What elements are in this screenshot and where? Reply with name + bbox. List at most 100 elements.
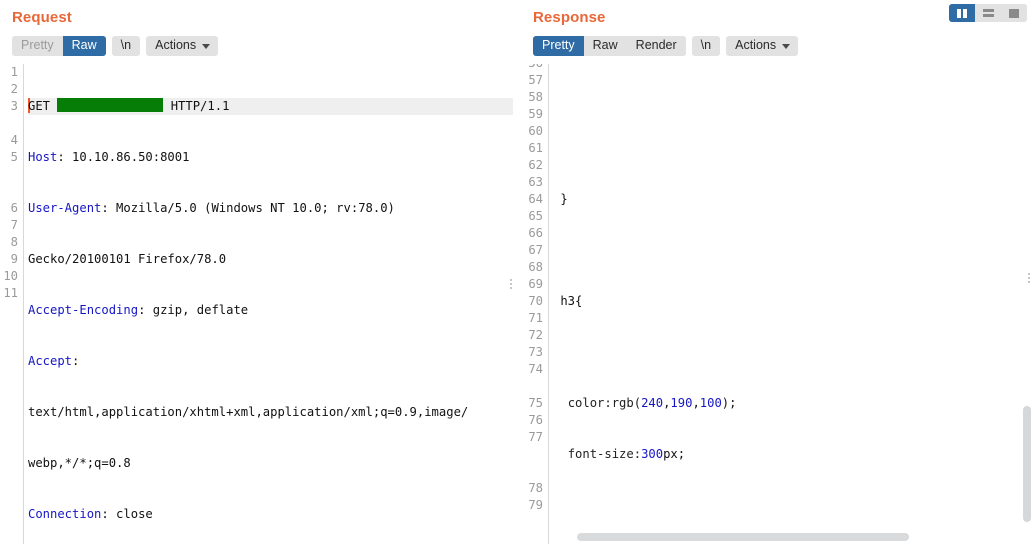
request-panel-header: Request Pretty Raw \n Actions <box>0 0 513 64</box>
header-name: Accept <box>28 353 73 368</box>
line-number: 64 <box>528 191 543 206</box>
response-vertical-scrollbar[interactable] <box>1023 64 1031 544</box>
split-horizontal-icon <box>982 9 994 17</box>
response-tab-render[interactable]: Render <box>626 35 686 56</box>
response-line-59 <box>553 242 1033 259</box>
line-number: 9 <box>10 251 18 266</box>
response-tab-raw[interactable]: Raw <box>583 35 627 56</box>
header-value: gzip, deflate <box>145 302 249 317</box>
line-number: 74 <box>528 361 543 376</box>
line-number: 56 <box>521 64 543 72</box>
burp-repeater-window: Request Pretty Raw \n Actions 1 2 3 4 5 … <box>0 0 1033 544</box>
css-fontsize-unit: px; <box>663 446 686 461</box>
response-newline-button[interactable]: \n <box>691 35 721 56</box>
request-newline-button[interactable]: \n <box>111 35 141 56</box>
line-number <box>0 166 18 183</box>
center-splitter-handle[interactable] <box>510 279 512 289</box>
line-number: 68 <box>528 259 543 274</box>
line-number: 75 <box>528 395 543 410</box>
line-number: 11 <box>3 285 18 300</box>
response-line-62: color:rgb(240,190,100); <box>567 395 737 410</box>
response-editor[interactable]: 56 57 58 59 60 61 62 63 64 65 66 67 68 6… <box>521 63 1033 544</box>
request-line-5-wrap-a: text/html,application/xhtml+xml,applicat… <box>28 404 469 419</box>
layout-switcher[interactable] <box>949 4 1027 22</box>
response-line-60: h3{ <box>553 293 583 308</box>
request-line-4: Accept-Encoding: gzip, deflate <box>28 302 249 317</box>
response-horizontal-scrollbar[interactable] <box>557 533 1019 541</box>
response-title: Response <box>533 9 606 26</box>
request-panel: Request Pretty Raw \n Actions 1 2 3 4 5 … <box>0 0 513 544</box>
single-pane-icon <box>1009 8 1019 18</box>
line-number: 66 <box>528 225 543 240</box>
response-line-64 <box>553 497 1033 514</box>
line-number: 62 <box>528 157 543 172</box>
line-number <box>0 183 18 200</box>
redacted-url-block <box>57 97 164 112</box>
line-number: 76 <box>528 412 543 427</box>
request-view-tabs[interactable]: Pretty Raw <box>12 35 106 56</box>
response-code-lines[interactable]: } h3{ color:rgb(240,190,100); font-size:… <box>549 64 1033 544</box>
line-number: 59 <box>528 106 543 121</box>
request-editor[interactable]: 1 2 3 4 5 6 7 8 9 10 11 GET HTTP/1.1 Hos… <box>0 63 513 544</box>
request-tab-pretty[interactable]: Pretty <box>12 35 63 56</box>
request-code-lines[interactable]: GET HTTP/1.1 Host: 10.10.86.50:8001 User… <box>24 64 513 544</box>
request-actions-label: Actions <box>155 37 197 52</box>
response-view-tabs[interactable]: Pretty Raw Render <box>533 35 686 56</box>
line-number: 79 <box>528 497 543 512</box>
layout-split-vertical-button[interactable] <box>949 4 975 22</box>
response-tab-pretty[interactable]: Pretty <box>533 35 584 56</box>
css-color-b: 100 <box>699 395 722 410</box>
response-code-scroll[interactable]: 56 57 58 59 60 61 62 63 64 65 66 67 68 6… <box>521 63 1033 544</box>
line-number: 5 <box>10 149 18 164</box>
line-number: 67 <box>528 242 543 257</box>
line-number: 58 <box>528 89 543 104</box>
line-number: 72 <box>528 327 543 342</box>
line-number: 57 <box>528 72 543 87</box>
line-number <box>521 446 543 463</box>
header-name: Host <box>28 149 58 164</box>
css-color-g: 190 <box>670 395 693 410</box>
layout-split-horizontal-button[interactable] <box>975 4 1001 22</box>
line-number: 61 <box>528 140 543 155</box>
request-line-2: Host: 10.10.86.50:8001 <box>28 149 190 164</box>
layout-single-pane-button[interactable] <box>1001 4 1027 22</box>
line-number: 70 <box>528 293 543 308</box>
line-number: 6 <box>10 200 18 215</box>
response-actions-label: Actions <box>735 37 777 52</box>
response-horizontal-scroll-thumb[interactable] <box>577 533 909 541</box>
line-number <box>521 463 543 480</box>
css-color-property: color:rgb( <box>567 395 642 410</box>
line-number: 8 <box>10 234 18 249</box>
request-line-numbers: 1 2 3 4 5 6 7 8 9 10 11 <box>0 63 24 544</box>
request-tab-raw[interactable]: Raw <box>62 35 106 56</box>
line-number: 65 <box>528 208 543 223</box>
chevron-down-icon <box>202 43 211 49</box>
css-color-close: ); <box>721 395 737 410</box>
header-name: Connection <box>28 506 102 521</box>
request-line-5-wrap-b: webp,*/*;q=0.8 <box>28 455 131 470</box>
header-value: close <box>108 506 153 521</box>
response-actions-button[interactable]: Actions <box>726 35 799 56</box>
request-title: Request <box>12 9 72 26</box>
request-actions-button[interactable]: Actions <box>146 35 219 56</box>
split-vertical-icon <box>957 8 967 18</box>
header-value: Mozilla/5.0 (Windows NT 10.0; rv:78.0) <box>108 200 395 215</box>
response-code: 56 57 58 59 60 61 62 63 64 65 66 67 68 6… <box>521 63 1033 544</box>
line-number: 78 <box>528 480 543 495</box>
request-line-5: Accept: <box>28 353 80 368</box>
header-name: User-Agent <box>28 200 102 215</box>
response-line-numbers: 56 57 58 59 60 61 62 63 64 65 66 67 68 6… <box>521 63 549 544</box>
line-number: 60 <box>528 123 543 138</box>
response-panel: Response Pretty Raw Render \n Actions 56 <box>521 0 1033 544</box>
css-color-r: 240 <box>641 395 664 410</box>
panel-divider[interactable] <box>513 0 521 544</box>
response-vertical-scroll-thumb[interactable] <box>1023 405 1031 522</box>
request-code-scroll[interactable]: 1 2 3 4 5 6 7 8 9 10 11 GET HTTP/1.1 Hos… <box>0 63 513 544</box>
response-line-58: } <box>553 191 568 206</box>
header-name: Accept-Encoding <box>28 302 139 317</box>
chevron-down-icon <box>782 43 791 49</box>
line-number <box>521 378 543 395</box>
right-splitter-handle[interactable] <box>1028 273 1030 283</box>
line-number: 69 <box>528 276 543 291</box>
line-number: 77 <box>528 429 543 444</box>
